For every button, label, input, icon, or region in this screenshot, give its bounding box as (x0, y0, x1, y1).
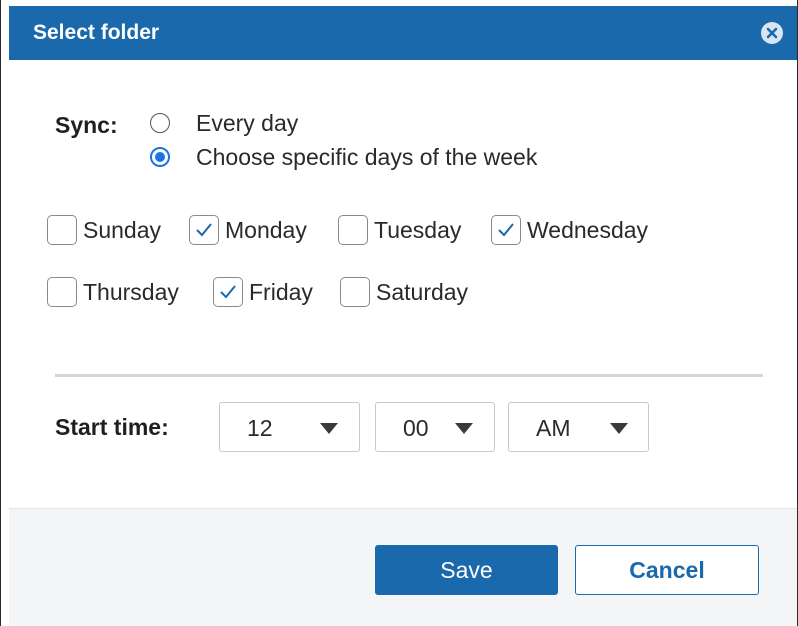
day-checkbox-monday[interactable]: Monday (189, 213, 307, 247)
day-label-monday: Monday (225, 216, 307, 243)
ampm-select-value: AM (536, 415, 571, 441)
day-checkbox-thursday[interactable]: Thursday (47, 275, 179, 309)
day-checkbox-sunday[interactable]: Sunday (47, 213, 161, 247)
radio-every-day[interactable]: Every day (150, 108, 298, 138)
day-label-wednesday: Wednesday (527, 216, 649, 243)
day-checkbox-wednesday[interactable]: Wednesday (491, 213, 648, 247)
save-button[interactable]: Save (375, 545, 558, 595)
close-icon (766, 27, 778, 39)
day-label-tuesday: Tuesday (374, 216, 462, 243)
radio-every-day-control[interactable] (150, 113, 170, 133)
day-checkbox-friday[interactable]: Friday (213, 275, 313, 309)
caret-down-icon (455, 423, 473, 434)
hour-select-value: 12 (247, 415, 273, 441)
caret-down-icon (610, 423, 628, 434)
day-checkbox-tuesday[interactable]: Tuesday (338, 213, 461, 247)
radio-specific-days-label: Choose specific days of the week (196, 143, 538, 170)
section-divider (55, 374, 763, 377)
checkmark-icon (498, 223, 514, 237)
checkbox-sunday-box[interactable] (47, 215, 77, 245)
close-button[interactable] (761, 22, 783, 44)
day-label-friday: Friday (249, 278, 313, 305)
ampm-select[interactable]: AM (508, 402, 649, 452)
radio-specific-days-control[interactable] (150, 147, 170, 167)
day-label-thursday: Thursday (83, 278, 179, 305)
dialog-titlebar: Select folder (9, 6, 797, 60)
cancel-button[interactable]: Cancel (575, 545, 759, 595)
day-checkbox-saturday[interactable]: Saturday (340, 275, 468, 309)
hour-select[interactable]: 12 (219, 402, 360, 452)
dialog-footer: Save Cancel (9, 508, 797, 626)
checkbox-saturday-box[interactable] (340, 277, 370, 307)
select-folder-dialog: Select folder Sync: Every day Choose spe… (0, 0, 798, 626)
day-label-saturday: Saturday (376, 278, 469, 305)
checkbox-friday-box[interactable] (213, 277, 243, 307)
day-label-sunday: Sunday (83, 216, 162, 243)
checkbox-wednesday-box[interactable] (491, 215, 521, 245)
checkbox-tuesday-box[interactable] (338, 215, 368, 245)
checkbox-thursday-box[interactable] (47, 277, 77, 307)
sync-label: Sync: (55, 112, 118, 138)
radio-specific-days[interactable]: Choose specific days of the week (150, 142, 537, 172)
dialog-body: Sync: Every day Choose specific days of … (9, 60, 797, 508)
minute-select-value: 00 (403, 415, 429, 441)
checkmark-icon (196, 223, 212, 237)
checkmark-icon (220, 285, 236, 299)
radio-every-day-label: Every day (196, 109, 299, 136)
dialog-title: Select folder (33, 21, 160, 44)
caret-down-icon (320, 423, 338, 434)
checkbox-monday-box[interactable] (189, 215, 219, 245)
minute-select[interactable]: 00 (375, 402, 495, 452)
start-time-label: Start time: (55, 414, 169, 440)
